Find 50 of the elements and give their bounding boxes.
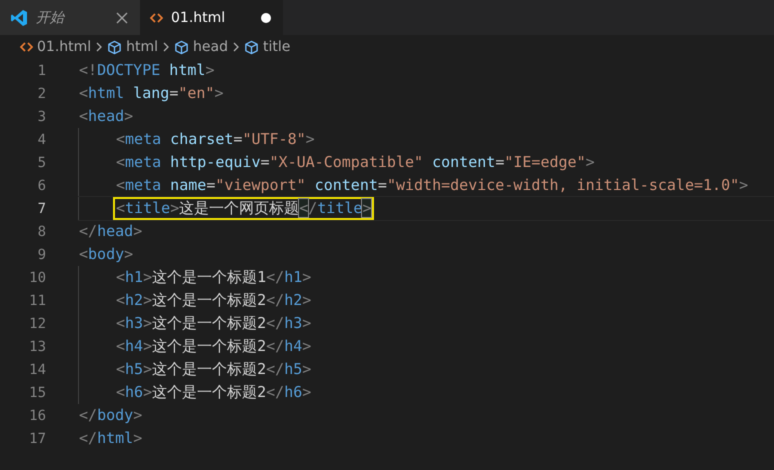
line-number: 2 (36, 86, 46, 102)
line-number: 14 (28, 362, 46, 378)
code-line: <h2>这个是一个标题2</h2> (116, 291, 312, 310)
close-icon[interactable] (116, 12, 128, 24)
line-number: 10 (28, 270, 46, 286)
cube-icon (174, 40, 190, 54)
breadcrumb-item[interactable]: head (193, 39, 228, 55)
line-number: 17 (28, 430, 46, 446)
line-number: 13 (28, 338, 46, 354)
line-number: 6 (36, 178, 46, 194)
line-number: 15 (28, 384, 46, 400)
code-line: <h6>这个是一个标题2</h6> (116, 383, 312, 402)
line-number: 7 (36, 200, 46, 216)
code-line: </body> (79, 406, 142, 425)
code-line: <h4>这个是一个标题2</h4> (116, 337, 312, 356)
code-line: <html lang="en"> (79, 84, 224, 103)
line-number: 5 (36, 154, 46, 170)
code-line: <body> (79, 245, 134, 264)
line-number: 3 (36, 108, 46, 124)
code-line: </html> (79, 429, 142, 448)
code-line: <head> (79, 107, 134, 126)
chevron-right-icon (95, 41, 104, 53)
code-line: <meta name="viewport" content="width=device-width, initial-scale=1.0"> (116, 176, 748, 195)
editor-tab[interactable]: 01.html (140, 0, 283, 35)
code-brackets-icon (150, 12, 163, 24)
chevron-right-icon (232, 41, 240, 53)
code-line: <h5>这个是一个标题2</h5> (116, 360, 312, 379)
breadcrumb-item[interactable]: title (263, 39, 290, 55)
vscode-logo-icon (10, 8, 28, 26)
code-line: <!DOCTYPE html> (79, 61, 214, 80)
code-line: <h3>这个是一个标题2</h3> (116, 314, 312, 333)
line-number: 1 (36, 62, 46, 78)
cube-icon (107, 40, 122, 54)
chevron-right-icon (162, 41, 170, 53)
line-number: 11 (28, 292, 46, 308)
code-line: <h1>这个是一个标题1</h1> (116, 268, 312, 287)
line-number: 16 (28, 408, 46, 424)
unsaved-dot-icon[interactable] (261, 12, 271, 22)
code-brackets-icon (20, 41, 33, 53)
line-number: 4 (36, 132, 46, 148)
line-number: 8 (36, 224, 46, 240)
line-number: 12 (28, 316, 46, 332)
code-line: </head> (79, 222, 142, 241)
cube-icon (244, 40, 259, 54)
code-line: <meta charset="UTF-8"> (116, 130, 315, 149)
editor-tab[interactable]: 开始 (0, 0, 140, 35)
breadcrumb-item[interactable]: 01.html (37, 39, 92, 55)
code-line: <meta http-equiv="X-UA-Compatible" content="IE=edge"> (116, 153, 595, 172)
breadcrumb-item[interactable]: html (126, 39, 158, 55)
line-number: 9 (36, 246, 46, 262)
